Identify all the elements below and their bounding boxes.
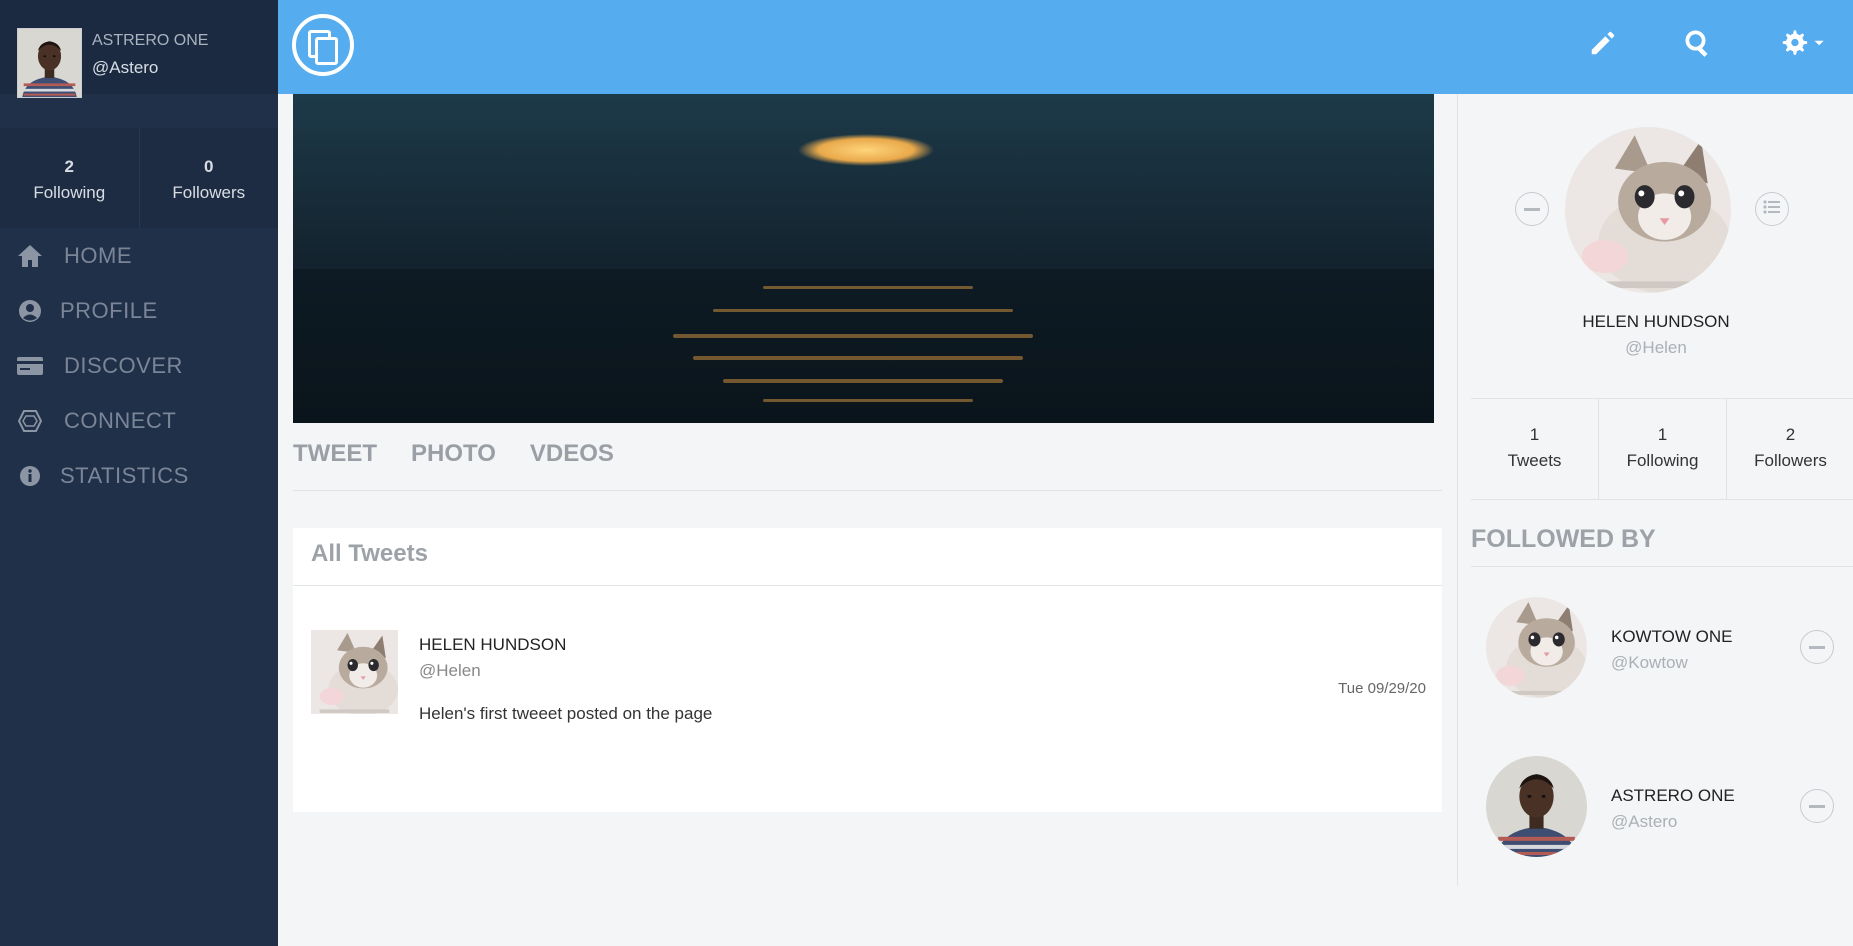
nav-label: HOME — [64, 242, 132, 268]
profile-avatar — [1565, 127, 1731, 293]
unfollow-button[interactable] — [1515, 192, 1549, 226]
current-user[interactable]: ASTRERO ONE @Astero — [0, 0, 278, 98]
tab-videos[interactable]: VDEOS — [530, 440, 614, 490]
nav-label: DISCOVER — [64, 352, 183, 378]
list-icon — [1763, 199, 1781, 219]
content-tabs: TWEET PHOTO VDEOS — [293, 440, 1442, 491]
follower-name[interactable]: ASTRERO ONE — [1611, 786, 1735, 806]
nav-item-profile[interactable]: PROFILE — [0, 283, 278, 338]
stat-value: 0 — [204, 157, 214, 176]
minus-icon — [1524, 207, 1540, 211]
nav-item-discover[interactable]: DISCOVER — [0, 338, 278, 393]
stat-label: Followers — [172, 183, 246, 202]
profile-banner — [293, 94, 1434, 423]
stat-value: 2 — [64, 157, 74, 176]
follower-handle: @Kowtow — [1611, 653, 1688, 672]
top-bar — [278, 0, 1853, 94]
profile-name: HELEN HUNDSON — [1582, 312, 1730, 331]
gear-icon[interactable] — [1780, 28, 1826, 64]
stat-following[interactable]: 1 Following — [1598, 399, 1726, 499]
home-icon — [16, 242, 44, 270]
tab-tweet[interactable]: TWEET — [293, 440, 377, 490]
follower-name[interactable]: KOWTOW ONE — [1611, 627, 1733, 647]
minus-icon — [1809, 804, 1825, 808]
list-item[interactable]: KOWTOW ONE @Kowtow — [1471, 597, 1853, 707]
avatar[interactable] — [1486, 597, 1587, 698]
stat-followers[interactable]: 2 Followers — [1726, 399, 1853, 499]
info-icon — [16, 462, 44, 490]
nav-item-connect[interactable]: CONNECT — [0, 393, 278, 448]
stat-label: Following — [1626, 451, 1699, 470]
list-item[interactable]: ASTRERO ONE @Astero — [1471, 756, 1853, 866]
stat-label: Tweets — [1507, 451, 1562, 470]
nav-label: PROFILE — [60, 297, 158, 323]
current-user-name: ASTRERO ONE — [92, 32, 209, 49]
tweet-text: Helen's first tweeet posted on the page — [419, 704, 713, 723]
stat-following[interactable]: 2 Following — [0, 128, 139, 228]
nav-item-statistics[interactable]: STATISTICS — [0, 448, 278, 503]
tweet-date: Tue 09/29/20 — [1338, 680, 1426, 697]
pencil-icon[interactable] — [1588, 28, 1624, 64]
tweet-author-handle[interactable]: @Helen — [419, 661, 481, 681]
profile-stats: 1 Tweets 1 Following 2 Followers — [1471, 398, 1853, 500]
tweet-item[interactable]: HELEN HUNDSON @Helen Tue 09/29/20 Helen'… — [293, 586, 1442, 813]
hexagon-icon — [16, 407, 44, 435]
avatar[interactable] — [1486, 756, 1587, 857]
profile-handle: @Helen — [1625, 338, 1687, 357]
avatar[interactable] — [311, 630, 398, 714]
tweets-title: All Tweets — [293, 528, 1442, 586]
tweet-author-name[interactable]: HELEN HUNDSON — [419, 635, 566, 655]
profile-panel: HELEN HUNDSON @Helen 1 Tweets 1 Followin… — [1457, 94, 1853, 886]
avatar[interactable] — [17, 28, 82, 98]
sidebar: ASTRERO ONE @Astero 2 Following 0 Follow… — [0, 0, 278, 946]
nav-label: CONNECT — [64, 407, 177, 433]
card-icon — [16, 352, 44, 380]
stat-value: 2 — [1785, 425, 1796, 444]
stat-value: 1 — [1529, 425, 1540, 444]
tweets-card: All Tweets HELEN HUNDSON @Helen Tue 09/2… — [293, 528, 1442, 812]
user-stats: 2 Following 0 Followers — [0, 128, 278, 228]
unfollow-button[interactable] — [1800, 630, 1834, 664]
main-nav: HOME PROFILE DISCOVER CONNECT STATISTICS — [0, 228, 278, 503]
search-icon[interactable] — [1683, 28, 1719, 64]
stat-value: 1 — [1657, 425, 1668, 444]
tab-photo[interactable]: PHOTO — [411, 440, 496, 490]
user-circle-icon — [16, 297, 44, 325]
nav-item-home[interactable]: HOME — [0, 228, 278, 283]
list-button[interactable] — [1755, 192, 1789, 226]
followed-by-title: FOLLOWED BY — [1471, 514, 1853, 567]
stat-followers[interactable]: 0 Followers — [138, 128, 279, 228]
unfollow-button[interactable] — [1800, 789, 1834, 823]
copy-logo-icon[interactable] — [292, 14, 354, 76]
stat-tweets[interactable]: 1 Tweets — [1471, 399, 1598, 499]
current-user-handle: @Astero — [92, 58, 159, 77]
nav-label: STATISTICS — [60, 462, 189, 488]
stat-label: Following — [33, 183, 106, 202]
minus-icon — [1809, 645, 1825, 649]
follower-handle: @Astero — [1611, 812, 1678, 831]
stat-label: Followers — [1754, 451, 1827, 470]
